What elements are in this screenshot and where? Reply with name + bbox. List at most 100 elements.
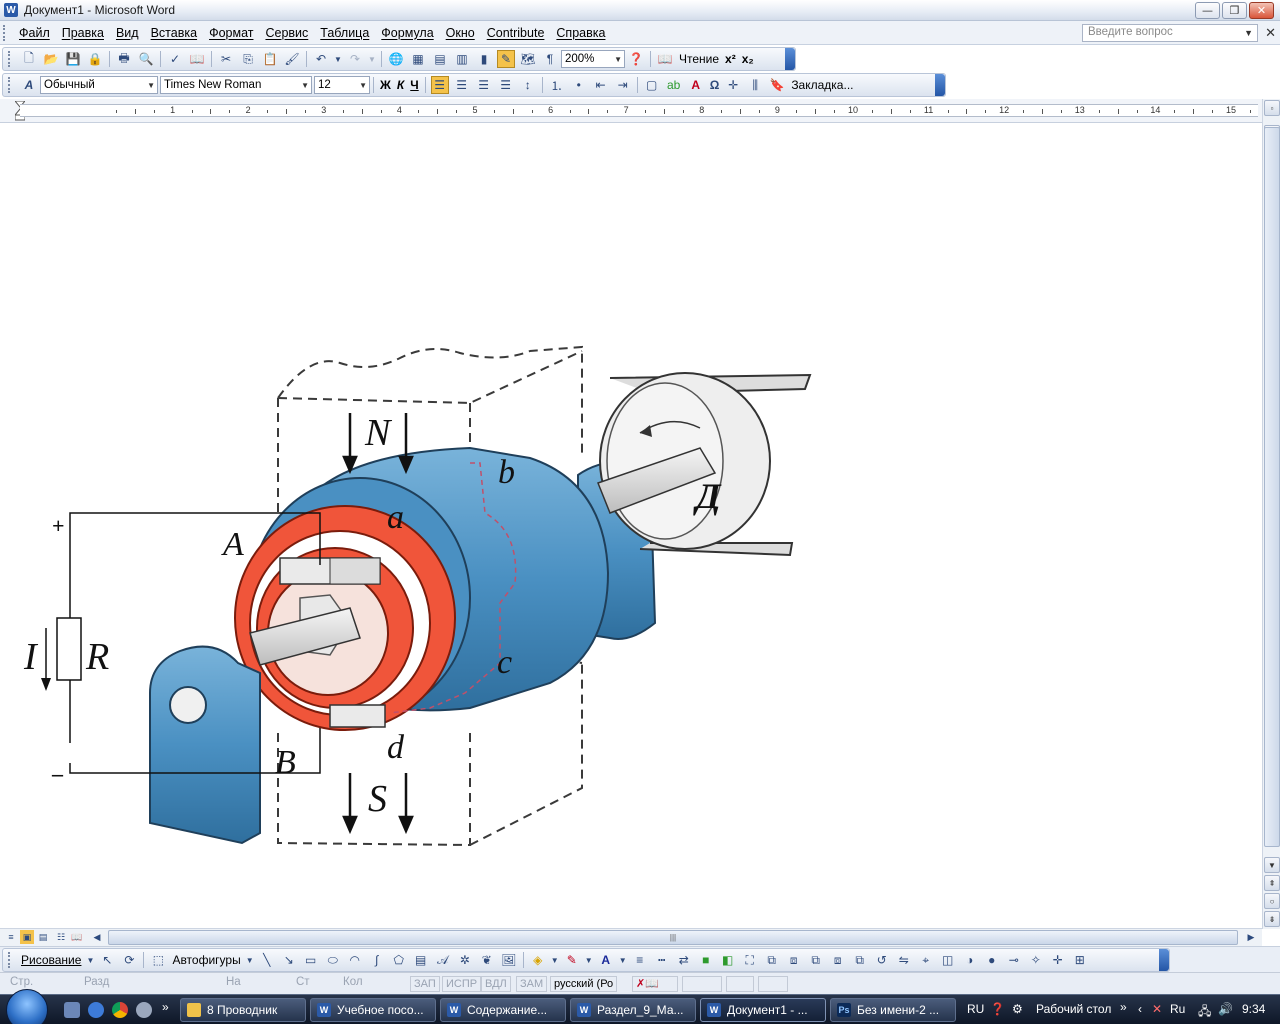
font-select[interactable]: Times New Roman ▼ (160, 76, 312, 94)
vertical-scroll-thumb[interactable] (1264, 127, 1280, 847)
font-size-select[interactable]: 12 ▼ (314, 76, 370, 94)
taskbar-word-textbook[interactable]: W Учебное посо... (310, 998, 436, 1022)
move-icon[interactable]: ✛ (1049, 951, 1067, 969)
align-icon[interactable]: ⧈ (785, 951, 803, 969)
fill-color-icon[interactable]: ◈ (529, 951, 547, 969)
chevron-down-icon[interactable]: ▼ (86, 951, 94, 969)
ruler-toggle-icon[interactable]: ▫ (1264, 100, 1280, 116)
insert-table-icon[interactable]: ▤ (431, 50, 449, 68)
line-spacing-icon[interactable]: ↕ (519, 76, 537, 94)
print-preview-icon[interactable]: 🔍 (137, 50, 155, 68)
dash-style-icon[interactable]: ┅ (653, 951, 671, 969)
bring-forward-icon[interactable]: ⧈ (829, 951, 847, 969)
open-folder-icon[interactable]: 📂 (42, 50, 60, 68)
symbol-omega-button[interactable]: Ω (710, 78, 720, 92)
align-left-icon[interactable]: ☰ (430, 76, 449, 94)
borders-icon[interactable]: ▢ (643, 76, 661, 94)
pilcrow-icon[interactable]: ¶ (541, 50, 559, 68)
toolbar-grip[interactable] (8, 952, 14, 968)
toolbar-grip[interactable] (8, 51, 14, 67)
shadow-icon[interactable]: ◑ (961, 951, 979, 969)
spelling-status-icon[interactable]: ✗📖 (632, 976, 678, 992)
superscript-button[interactable]: x² (725, 52, 736, 66)
menu-table[interactable]: Таблица (314, 26, 375, 40)
menu-help[interactable]: Справка (550, 26, 611, 40)
wordart-icon[interactable]: 𝒜 (434, 951, 452, 969)
taskbar-word-contents[interactable]: W Содержание... (440, 998, 566, 1022)
menu-formula[interactable]: Формула (375, 26, 439, 40)
network-icon[interactable]: 🖧 (1198, 1002, 1211, 1023)
chevron-down-icon[interactable]: ▼ (585, 951, 593, 969)
clock[interactable]: 9:34 (1242, 1002, 1265, 1016)
line-style-icon[interactable]: ≡ (631, 951, 649, 969)
cut-icon[interactable]: ✂ (217, 50, 235, 68)
close-document-icon[interactable]: ✕ (1265, 25, 1276, 41)
menu-edit[interactable]: Правка (56, 26, 110, 40)
security-icon[interactable]: ✕ (1152, 1002, 1162, 1016)
close-button[interactable]: ✕ (1249, 2, 1274, 19)
chevron-down-icon[interactable]: ▼ (368, 50, 376, 68)
copy-icon[interactable]: ⎘ (239, 50, 257, 68)
taskbar-explorer[interactable]: 8 Проводник (180, 998, 306, 1022)
nudge-icon[interactable]: ◫ (939, 951, 957, 969)
rectangle-icon[interactable]: ▭ (302, 951, 320, 969)
ungroup-icon[interactable]: ⧉ (763, 951, 781, 969)
italic-button[interactable]: К (397, 78, 404, 92)
document-map-icon[interactable]: 🗺 (519, 50, 537, 68)
align-right-icon[interactable]: ☰ (475, 76, 493, 94)
print-icon[interactable]: 🖶 (115, 50, 133, 68)
toolbar-grip[interactable] (8, 77, 14, 93)
oval-icon[interactable]: ⬭ (324, 951, 342, 969)
underline-button[interactable]: Ч (410, 78, 418, 92)
chevron-down-icon[interactable]: ▼ (614, 55, 622, 64)
ask-question-input[interactable]: Введите вопрос ▼ (1082, 24, 1258, 42)
arrow-style-icon[interactable]: ⇄ (675, 951, 693, 969)
restore-button[interactable]: ❐ (1222, 2, 1247, 19)
normal-view-icon[interactable]: ≡ (4, 930, 18, 944)
bookmark-button[interactable]: Закладка... (791, 78, 853, 92)
insert-excel-icon[interactable]: ▥ (453, 50, 471, 68)
subscript-button[interactable]: x₂ (742, 52, 754, 66)
vertical-scrollbar[interactable]: ▫ ▲ ▼ ⇞ ○ ⇟ (1262, 99, 1280, 929)
picture-icon[interactable]: 🖼 (500, 951, 518, 969)
show-desktop-icon[interactable] (64, 1002, 80, 1018)
edit-points-icon[interactable]: ⌖ (917, 951, 935, 969)
menu-grip[interactable] (3, 24, 9, 41)
font-color-icon[interactable]: A (687, 76, 705, 94)
taskbar-word-document1[interactable]: W Документ1 - ... (700, 998, 826, 1022)
chevron-down-icon[interactable]: ▼ (359, 81, 367, 90)
spelling-icon[interactable]: ✓ (166, 50, 184, 68)
drawing-menu-button[interactable]: Рисование (21, 953, 81, 967)
status-rec[interactable]: ЗАП (410, 976, 440, 992)
style-select[interactable]: Обычный ▼ (40, 76, 158, 94)
app-icon[interactable] (136, 1002, 152, 1018)
chevron-down-icon[interactable]: ▼ (246, 951, 254, 969)
table-move-icon[interactable]: ✛ (724, 76, 742, 94)
chevron-down-icon[interactable]: ▼ (1244, 25, 1253, 41)
chevron-down-icon[interactable]: ▼ (301, 81, 309, 90)
text-box-icon[interactable]: ▤ (412, 951, 430, 969)
chevron-down-icon[interactable]: ▼ (334, 50, 342, 68)
menu-view[interactable]: Вид (110, 26, 145, 40)
menu-contribute[interactable]: Contribute (481, 26, 551, 40)
menu-format[interactable]: Формат (203, 26, 259, 40)
save-icon[interactable]: 💾 (64, 50, 82, 68)
ie-icon[interactable] (88, 1002, 104, 1018)
document-page[interactable]: N S A B a b c d I R Д + – (0, 123, 1262, 928)
undo-icon[interactable]: ↶ (312, 50, 330, 68)
arc-icon[interactable]: ◠ (346, 951, 364, 969)
curve-icon[interactable]: ∫ (368, 951, 386, 969)
new-document-icon[interactable]: 🗋 (20, 50, 38, 68)
previous-page-icon[interactable]: ⇞ (1264, 875, 1280, 891)
bold-button[interactable]: Ж (380, 78, 391, 92)
chevron-down-icon[interactable]: ▼ (551, 951, 559, 969)
desktop-toolbar-label[interactable]: Рабочий стол (1036, 1002, 1111, 1016)
scroll-left-icon[interactable]: ◀ (90, 930, 104, 944)
paste-icon[interactable]: 📋 (261, 50, 279, 68)
align-center-icon[interactable]: ☰ (453, 76, 471, 94)
select-browse-object-icon[interactable]: ○ (1264, 893, 1280, 909)
bookmark-icon[interactable]: 🔖 (768, 76, 786, 94)
format-painter-icon[interactable]: 🖌 (283, 50, 301, 68)
web-layout-icon[interactable]: ▣ (20, 930, 34, 944)
toolbar-options-button[interactable] (935, 74, 945, 96)
